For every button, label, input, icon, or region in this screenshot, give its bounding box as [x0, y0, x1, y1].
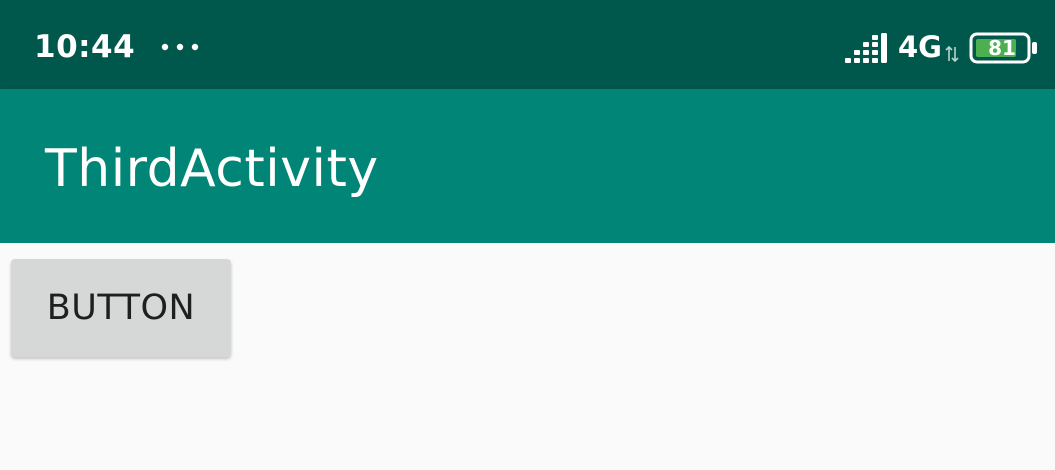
screen: 10:44 4G 81 ThirdActivity BUTTON — [0, 0, 1055, 470]
page-title: ThirdActivity — [45, 139, 379, 199]
data-transfer-arrows-icon — [945, 46, 959, 62]
battery-level: 81 — [988, 36, 1016, 60]
app-bar: ThirdActivity — [0, 89, 1055, 243]
network-type-label: 4G — [898, 30, 942, 64]
signal-strength-icon — [845, 33, 887, 63]
status-time: 10:44 — [34, 29, 136, 65]
status-bar: 10:44 4G 81 — [0, 0, 1055, 89]
three-dots-icon — [161, 43, 199, 51]
content-area: BUTTON — [0, 243, 1055, 470]
main-button[interactable]: BUTTON — [11, 259, 231, 357]
